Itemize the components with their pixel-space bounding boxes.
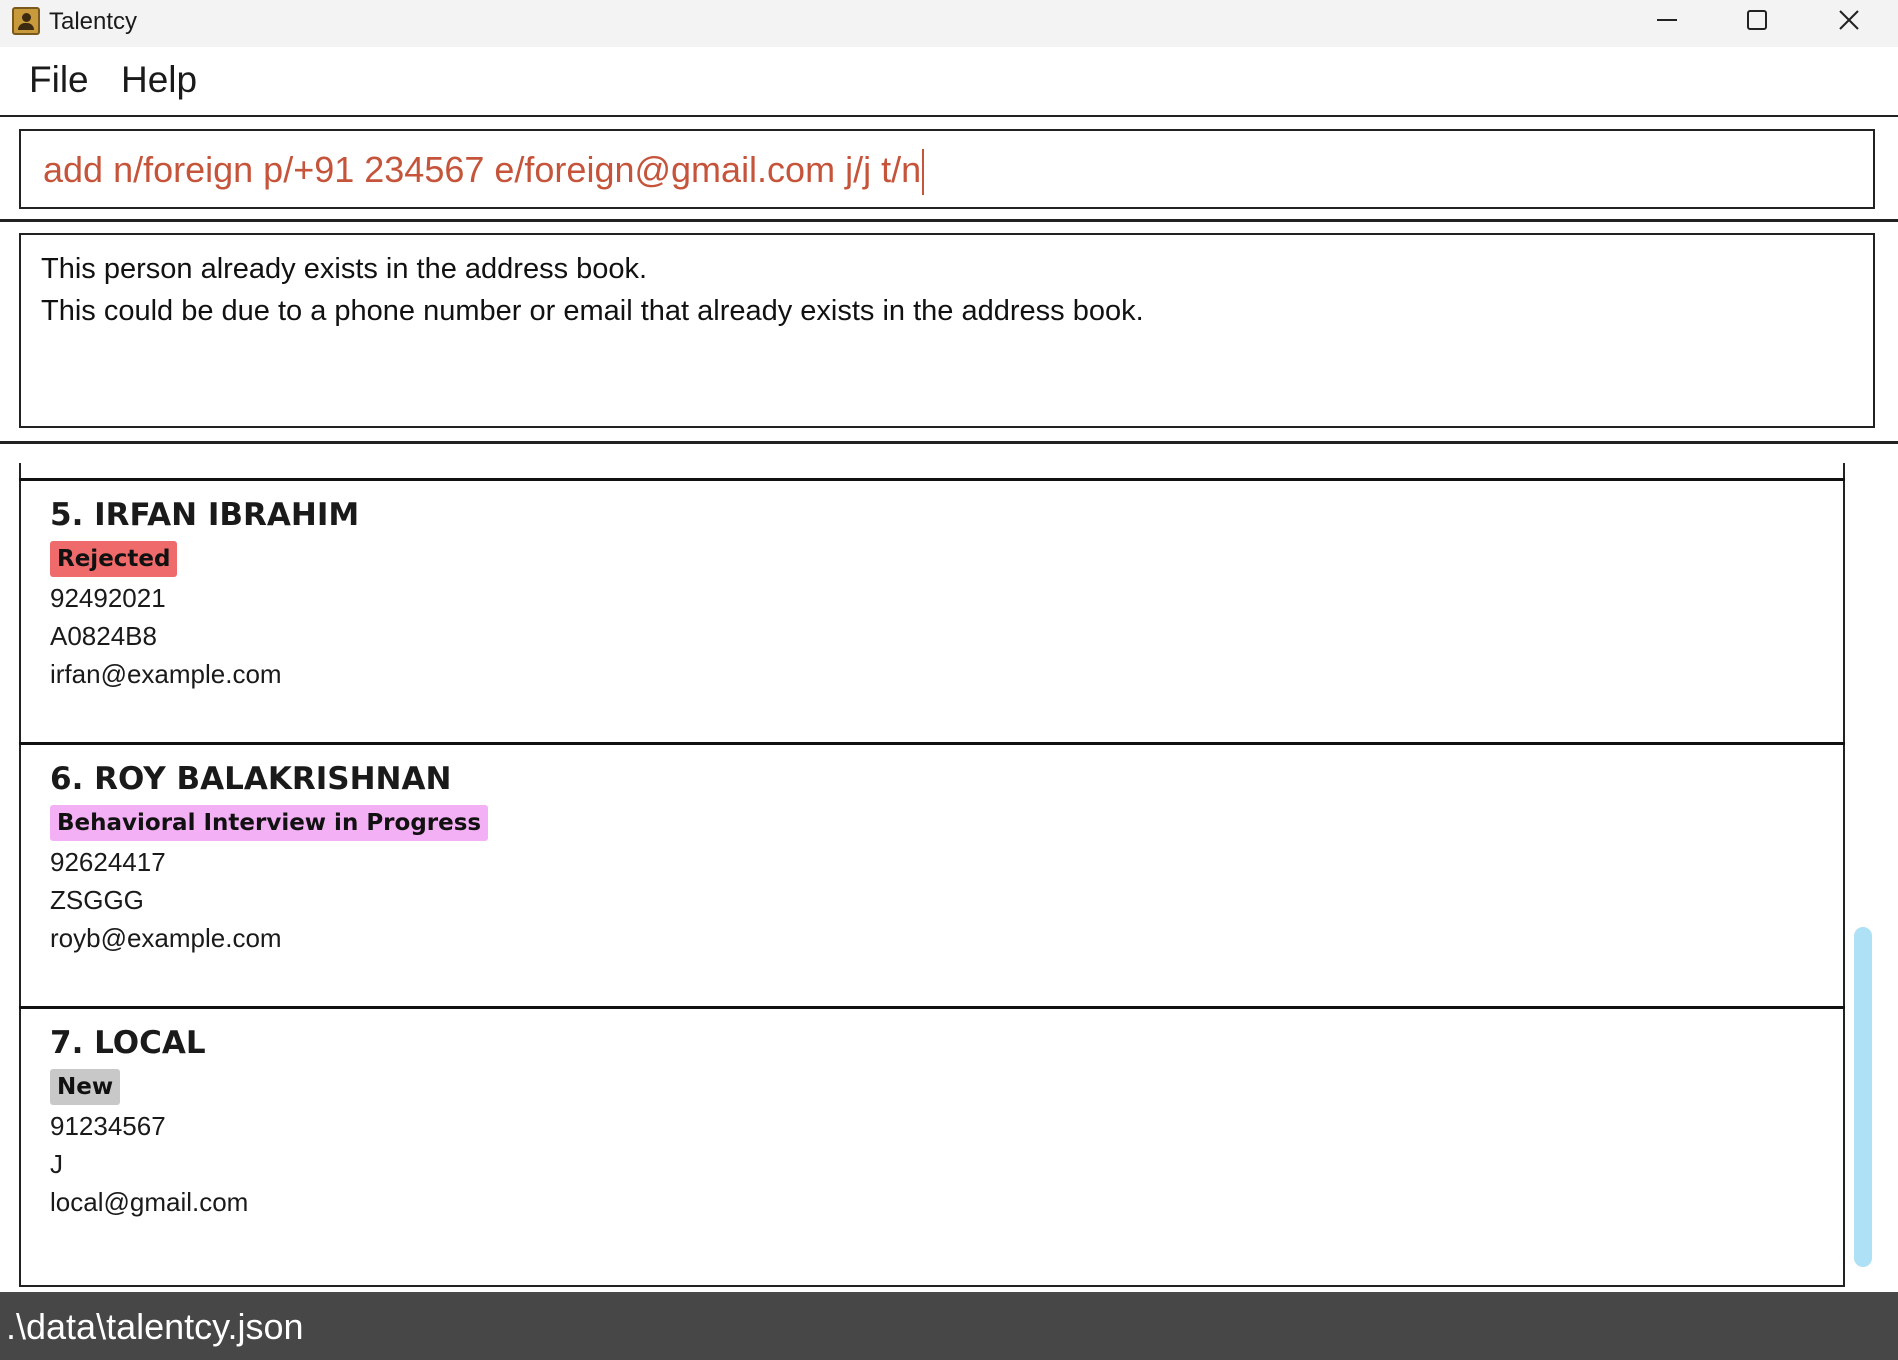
person-job: ZSGGG [50,885,144,915]
result-panel: This person already exists in the addres… [0,222,1898,444]
window-title: Talentcy [49,8,138,35]
person-phone: 91234567 [50,1111,166,1141]
person-card[interactable]: 5. IRFAN IBRAHIM Rejected 92492021 A0824… [19,478,1845,742]
person-name: 6. ROY BALAKRISHNAN [50,761,452,797]
command-input[interactable]: add n/foreign p/+91 234567 e/foreign@gma… [19,129,1875,209]
result-line: This could be due to a phone number or e… [41,295,1144,327]
scrollbar-thumb[interactable] [1854,927,1872,1267]
menu-bar: File Help [0,47,1898,117]
person-name: 5. IRFAN IBRAHIM [50,497,360,533]
command-value: add n/foreign p/+91 234567 e/foreign@gma… [43,149,922,190]
maximize-button[interactable] [1712,0,1802,40]
maximize-icon [1747,10,1767,30]
minimize-button[interactable] [1622,0,1712,40]
app-window: Talentcy File Help add n/foreign p/+91 2… [0,0,1898,1360]
data-file-path: .\data\talentcy.json [6,1306,304,1347]
person-list[interactable]: 5. IRFAN IBRAHIM Rejected 92492021 A0824… [0,447,1898,1292]
person-email: local@gmail.com [50,1187,249,1217]
menu-file[interactable]: File [29,59,89,101]
person-card[interactable]: 7. LOCAL New 91234567 J local@gmail.com [19,1006,1845,1270]
person-job: A0824B8 [50,621,157,651]
person-email: irfan@example.com [50,659,282,689]
person-phone: 92624417 [50,847,166,877]
text-caret [922,149,925,196]
result-display[interactable]: This person already exists in the addres… [19,233,1875,428]
status-badge: Behavioral Interview in Progress [50,805,489,841]
person-phone: 92492021 [50,583,166,613]
contact-book-icon [12,7,40,35]
status-badge: New [50,1069,121,1105]
person-name: 7. LOCAL [50,1025,206,1061]
person-card[interactable]: 6. ROY BALAKRISHNAN Behavioral Interview… [19,742,1845,1006]
close-icon [1839,10,1859,30]
command-panel: add n/foreign p/+91 234567 e/foreign@gma… [0,119,1898,222]
person-job: J [50,1149,63,1179]
menu-help[interactable]: Help [121,59,197,101]
title-bar[interactable]: Talentcy [0,0,1898,47]
list-scrollbar[interactable] [1854,477,1872,1267]
status-bar: .\data\talentcy.json [0,1292,1898,1360]
minimize-icon [1657,19,1677,21]
person-email: royb@example.com [50,923,282,953]
status-badge: Rejected [50,541,178,577]
result-line: This person already exists in the addres… [41,253,648,285]
command-text[interactable]: add n/foreign p/+91 234567 e/foreign@gma… [43,149,925,196]
close-button[interactable] [1804,0,1894,40]
